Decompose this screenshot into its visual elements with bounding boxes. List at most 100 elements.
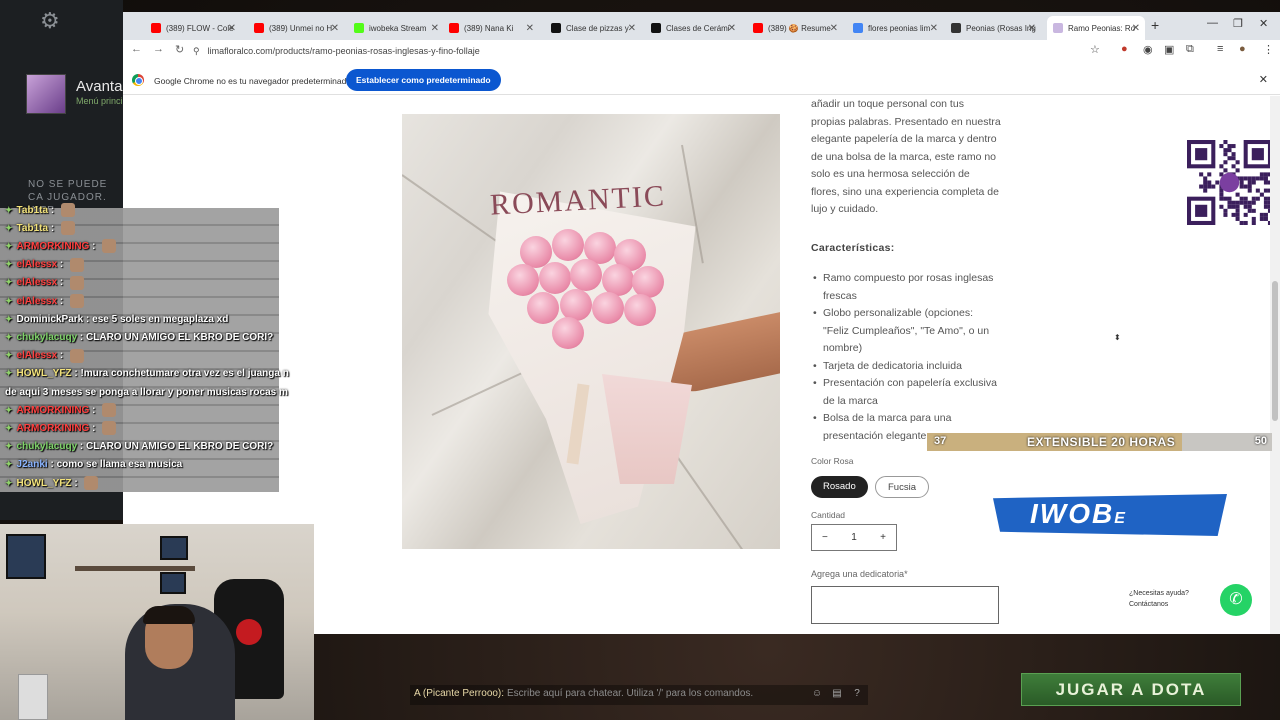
tab-close-icon[interactable]: ✕ [431, 23, 439, 34]
tab-label: Ramo Peonias: Ro [1068, 23, 1136, 33]
quantity-value[interactable]: 1 [851, 532, 857, 543]
chat-message: ✦ ARMORKINING : [5, 401, 117, 419]
tab-close-icon[interactable]: ✕ [830, 23, 838, 34]
browser-tab[interactable]: flores peonias lim ✕ [847, 16, 943, 40]
help-icon[interactable]: ? [850, 687, 864, 701]
browser-tab[interactable]: iwobeka Stream ✕ [348, 16, 444, 40]
quantity-label: Cantidad [811, 510, 846, 520]
chat-separator: : [48, 204, 57, 216]
tab-close-icon[interactable]: ✕ [930, 23, 938, 34]
minimize-icon[interactable]: — [1207, 17, 1218, 29]
badge-icon: ✦ [5, 441, 13, 452]
scrollbar[interactable] [1270, 96, 1280, 634]
chrome-logo-icon [132, 74, 144, 86]
forward-icon[interactable]: → [153, 43, 164, 55]
media-control-icon[interactable]: ≡ [1217, 43, 1223, 55]
tab-close-icon[interactable]: ✕ [728, 23, 736, 34]
browser-tab[interactable]: (389) 🍪 Resume ✕ [747, 16, 843, 40]
emoji-icon[interactable]: ☺ [810, 687, 824, 701]
minus-button[interactable]: − [822, 532, 828, 543]
new-tab-icon[interactable]: + [1151, 17, 1159, 33]
bookmark-star-icon[interactable]: ☆ [1090, 43, 1100, 56]
color-option-fucsia[interactable]: Fucsia [875, 476, 929, 498]
close-window-icon[interactable]: ✕ [1259, 17, 1268, 30]
tab-close-icon[interactable]: ✕ [1028, 23, 1036, 34]
game-chat-input[interactable]: A (Picante Perrooo): Escribe aquí para c… [410, 685, 868, 705]
tab-strip: (389) FLOW - Cole ✕ (389) Unmei no H ✕ iwobe… [123, 12, 1280, 40]
gear-icon[interactable]: ⚙ [40, 8, 60, 34]
color-option-rosado[interactable]: Rosado [811, 476, 868, 498]
close-icon[interactable]: ✕ [1259, 73, 1268, 86]
chat-separator: : [83, 313, 93, 325]
browser-tab[interactable]: (389) Nana Ki ✕ [443, 16, 539, 40]
logo-main: IWOB [1030, 498, 1115, 529]
chat-message: ✦ elAlessx : [5, 292, 85, 310]
whatsapp-help-text[interactable]: ¿Necesitas ayuda? Contáctanos [1129, 588, 1189, 610]
product-description: añadir un toque personal con tus propias… [811, 98, 1001, 215]
emote-icon [70, 275, 85, 290]
chat-username: HOWL_YFZ [16, 477, 72, 489]
tab-close-icon[interactable]: ✕ [331, 23, 339, 34]
badge-icon: ✦ [5, 404, 13, 415]
extension-icon[interactable]: ● [1121, 43, 1128, 55]
profile-icon[interactable]: ● [1239, 43, 1246, 55]
profile-card[interactable]: Avanta Menú princi [22, 70, 123, 120]
extensions-puzzle-icon[interactable]: ⧉ [1186, 43, 1194, 56]
browser-tab[interactable]: Clase de pizzas y ✕ [545, 16, 641, 40]
tab-favicon-icon [753, 23, 763, 33]
menu-icon[interactable]: ⋮ [1263, 43, 1274, 56]
address-bar[interactable]: ⚲ limafloralco.com/products/ramo-peonias… [193, 42, 1093, 60]
tab-label: Clase de pizzas y [566, 23, 629, 33]
tab-close-icon[interactable]: ✕ [526, 23, 534, 34]
chat-message: ✦ chukylacuqy : CLARO UN AMIGO EL KBRO DE… [5, 438, 273, 456]
reload-icon[interactable]: ↻ [175, 43, 184, 56]
profile-status: Menú princi [76, 96, 123, 106]
emote-icon [102, 239, 117, 254]
chat-message: ✦ HOWL_YFZ : !mura conchetumare otra vez … [5, 365, 289, 383]
badge-icon: ✦ [5, 240, 13, 251]
chat-separator: : [57, 259, 67, 271]
color-label: Color Rosa [811, 456, 854, 466]
site-info-icon[interactable]: ⚲ [193, 46, 200, 57]
subathon-goal: 50 [1254, 435, 1267, 447]
emote-icon [60, 221, 75, 236]
tab-label: flores peonias lim [868, 23, 931, 33]
browser-tab[interactable]: Clases de Cerámi ✕ [645, 16, 741, 40]
chat-placeholder: Escribe aquí para chatear. Utiliza '/' p… [507, 688, 754, 699]
chat-username: elAlessx [16, 277, 58, 289]
extension-icon-2[interactable]: ◉ [1143, 43, 1153, 56]
back-icon[interactable]: ← [131, 43, 142, 55]
scrollbar-thumb[interactable] [1272, 281, 1278, 421]
browser-tab[interactable]: Peonias (Rosas Ing ✕ [945, 16, 1041, 40]
emote-icon [102, 403, 117, 418]
tab-favicon-icon [551, 23, 561, 33]
product-image[interactable]: ROMANTIC [402, 114, 780, 549]
chat-message: ✦ elAlessx : [5, 274, 85, 292]
browser-tab[interactable]: (389) Unmei no H ✕ [248, 16, 344, 40]
subathon-bar: 37 EXTENSIBLE 20 HORAS 50 [927, 433, 1272, 451]
badge-icon: ✦ [5, 477, 13, 488]
extension-icon-3[interactable]: ▣ [1164, 43, 1174, 56]
browser-tab[interactable]: Ramo Peonias: Ro ✕ [1047, 16, 1145, 40]
plus-button[interactable]: + [880, 532, 886, 543]
list-item: Presentación con papelería exclusiva de … [811, 375, 1001, 410]
tab-favicon-icon [254, 23, 264, 33]
dedication-input[interactable] [811, 586, 999, 624]
chat-message: ✦ J2anki : como se llama esa musica [5, 456, 182, 474]
tab-favicon-icon [651, 23, 661, 33]
browser-tab[interactable]: (389) FLOW - Cole ✕ [145, 16, 241, 40]
chat-username: HOWL_YFZ [16, 368, 72, 380]
chat-text: !mura conchetumare otra vez es el juanga… [80, 368, 289, 380]
chat-separator: : [89, 422, 99, 434]
chat-wheel-icon[interactable]: ▤ [830, 687, 844, 701]
wrap-print-text: ROMANTIC [489, 179, 667, 222]
chat-message: ✦ ARMORKINING : [5, 419, 117, 437]
tab-close-icon[interactable]: ✕ [1132, 23, 1140, 34]
subathon-label: EXTENSIBLE 20 HORAS [1027, 435, 1176, 449]
tab-close-icon[interactable]: ✕ [228, 23, 236, 34]
maximize-icon[interactable]: ❐ [1233, 17, 1243, 30]
whatsapp-icon[interactable]: ✆ [1220, 584, 1252, 616]
set-default-button[interactable]: Establecer como predeterminado [346, 69, 501, 91]
tab-close-icon[interactable]: ✕ [628, 23, 636, 34]
play-dota-button[interactable]: JUGAR A DOTA [1021, 673, 1241, 706]
